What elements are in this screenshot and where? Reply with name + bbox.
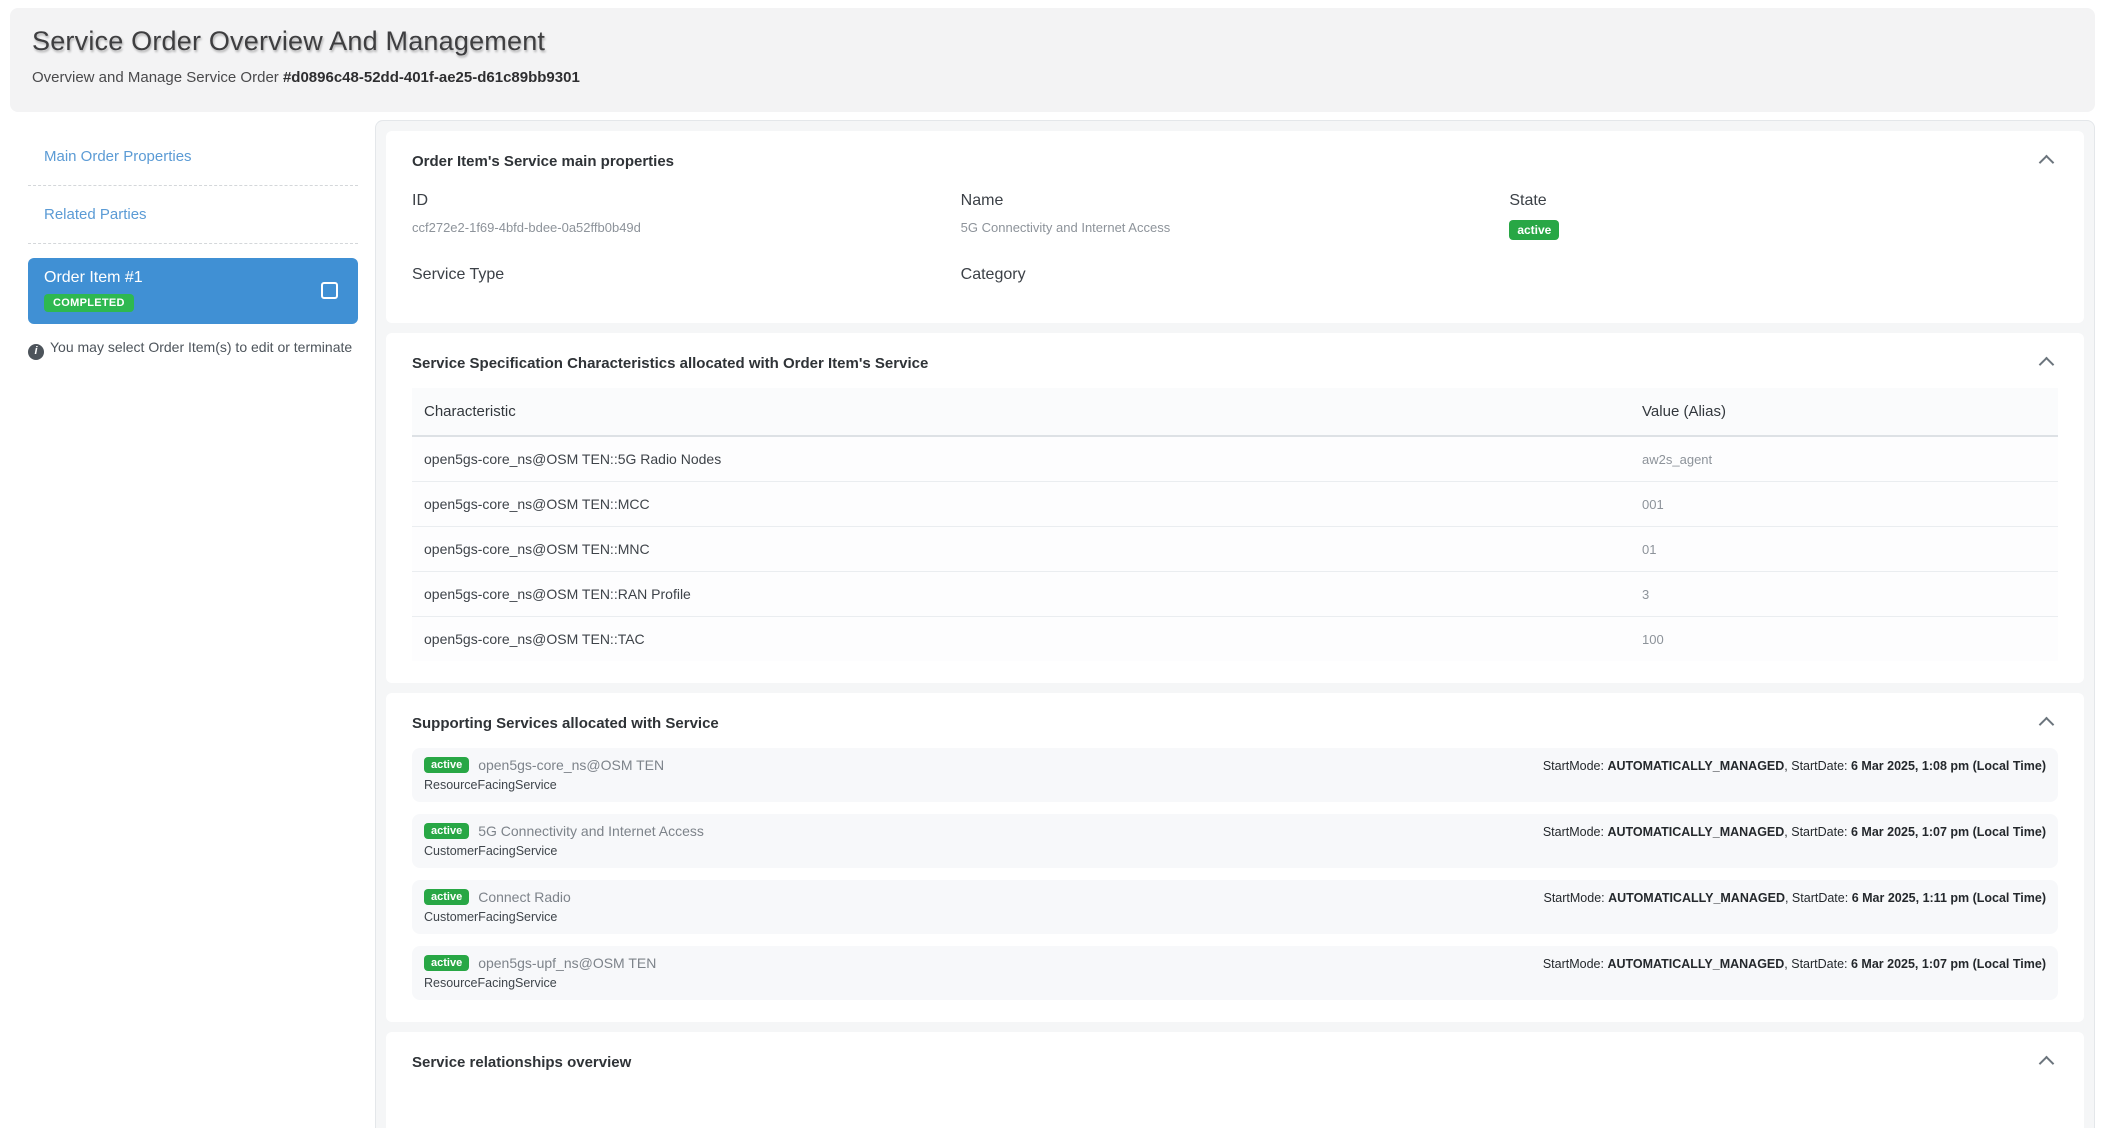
subtitle-text: Overview and Manage Service Order (32, 69, 283, 86)
characteristic-value: 01 (1630, 527, 2058, 572)
order-item-title: Order Item #1 (44, 269, 143, 287)
field-name-label: Name (961, 192, 1510, 210)
characteristic-name: open5gs-core_ns@OSM TEN::5G Radio Nodes (412, 436, 1630, 482)
page-subtitle: Overview and Manage Service Order #d0896… (32, 69, 2071, 86)
startmode-value: AUTOMATICALLY_MANAGED (1608, 891, 1785, 905)
sidebar: Main Order Properties Related Parties Or… (10, 120, 372, 360)
order-id: #d0896c48-52dd-401f-ae25-d61c89bb9301 (283, 69, 580, 86)
startdate-label: , StartDate: (1784, 957, 1851, 971)
supporting-service-item[interactable]: active Connect Radio CustomerFacingServi… (412, 880, 2058, 934)
service-type: CustomerFacingService (424, 844, 704, 858)
service-start-info: StartMode: AUTOMATICALLY_MANAGED, StartD… (1543, 955, 2046, 971)
field-service-type: Service Type (412, 266, 961, 284)
panel-title-characteristics: Service Specification Characteristics al… (412, 355, 928, 372)
field-category: Category (961, 266, 1510, 284)
service-state-badge: active (424, 955, 469, 971)
service-name: Connect Radio (478, 889, 571, 905)
service-start-info: StartMode: AUTOMATICALLY_MANAGED, StartD… (1543, 823, 2046, 839)
field-state: State active (1509, 192, 2058, 240)
service-type: CustomerFacingService (424, 910, 571, 924)
characteristic-row: open5gs-core_ns@OSM TEN::MCC 001 (412, 482, 2058, 527)
chevron-up-icon[interactable] (2039, 357, 2055, 373)
startmode-label: StartMode: (1543, 759, 1608, 773)
service-state-badge: active (424, 757, 469, 773)
divider (28, 243, 358, 244)
state-badge: active (1509, 220, 1559, 240)
info-icon: i (28, 344, 44, 360)
order-item-checkbox[interactable] (321, 282, 338, 299)
startdate-label: , StartDate: (1785, 891, 1852, 905)
field-service-type-label: Service Type (412, 266, 961, 284)
panel-service-relationships: Service relationships overview (386, 1032, 2084, 1128)
characteristic-value: aw2s_agent (1630, 436, 2058, 482)
service-name: open5gs-core_ns@OSM TEN (478, 757, 664, 773)
panel-title-supporting-services: Supporting Services allocated with Servi… (412, 715, 719, 732)
characteristic-value: 3 (1630, 572, 2058, 617)
sidebar-hint-text: You may select Order Item(s) to edit or … (50, 339, 352, 355)
panel-characteristics: Service Specification Characteristics al… (386, 333, 2084, 683)
service-start-info: StartMode: AUTOMATICALLY_MANAGED, StartD… (1544, 889, 2047, 905)
page-title: Service Order Overview And Management (32, 26, 2071, 57)
field-id-label: ID (412, 192, 961, 210)
characteristic-row: open5gs-core_ns@OSM TEN::RAN Profile 3 (412, 572, 2058, 617)
characteristic-name: open5gs-core_ns@OSM TEN::RAN Profile (412, 572, 1630, 617)
startdate-label: , StartDate: (1784, 759, 1851, 773)
field-id-value: ccf272e2-1f69-4bfd-bdee-0a52ffb0b49d (412, 220, 961, 236)
startdate-label: , StartDate: (1784, 825, 1851, 839)
startdate-value: 6 Mar 2025, 1:07 pm (Local Time) (1851, 957, 2046, 971)
field-name-value: 5G Connectivity and Internet Access (961, 220, 1510, 236)
characteristic-name: open5gs-core_ns@OSM TEN::MNC (412, 527, 1630, 572)
panel-main-properties: Order Item's Service main properties ID … (386, 131, 2084, 323)
startmode-value: AUTOMATICALLY_MANAGED (1607, 825, 1784, 839)
service-type: ResourceFacingService (424, 976, 656, 990)
supporting-service-item[interactable]: active open5gs-upf_ns@OSM TEN ResourceFa… (412, 946, 2058, 1000)
service-state-badge: active (424, 889, 469, 905)
panel-title-service-relationships: Service relationships overview (412, 1054, 631, 1071)
service-state-badge: active (424, 823, 469, 839)
characteristic-row: open5gs-core_ns@OSM TEN::5G Radio Nodes … (412, 436, 2058, 482)
order-item-status-badge: COMPLETED (44, 294, 134, 312)
characteristic-value: 001 (1630, 482, 2058, 527)
sidebar-link-main-order-properties[interactable]: Main Order Properties (28, 142, 358, 171)
column-header-characteristic: Characteristic (412, 388, 1630, 436)
characteristic-row: open5gs-core_ns@OSM TEN::TAC 100 (412, 617, 2058, 662)
characteristic-row: open5gs-core_ns@OSM TEN::MNC 01 (412, 527, 2058, 572)
field-category-label: Category (961, 266, 1510, 284)
field-name: Name 5G Connectivity and Internet Access (961, 192, 1510, 240)
characteristics-table: Characteristic Value (Alias) open5gs-cor… (412, 388, 2058, 661)
startdate-value: 6 Mar 2025, 1:08 pm (Local Time) (1851, 759, 2046, 773)
order-item-card[interactable]: Order Item #1 COMPLETED (28, 258, 358, 324)
characteristic-value: 100 (1630, 617, 2058, 662)
startmode-label: StartMode: (1543, 825, 1608, 839)
divider (28, 185, 358, 186)
supporting-service-item[interactable]: active 5G Connectivity and Internet Acce… (412, 814, 2058, 868)
startmode-label: StartMode: (1543, 957, 1608, 971)
chevron-up-icon[interactable] (2039, 1056, 2055, 1072)
characteristic-name: open5gs-core_ns@OSM TEN::TAC (412, 617, 1630, 662)
characteristic-name: open5gs-core_ns@OSM TEN::MCC (412, 482, 1630, 527)
field-state-label: State (1509, 192, 2058, 210)
chevron-up-icon[interactable] (2039, 155, 2055, 171)
field-id: ID ccf272e2-1f69-4bfd-bdee-0a52ffb0b49d (412, 192, 961, 240)
main-content: Order Item's Service main properties ID … (375, 120, 2095, 1128)
startmode-value: AUTOMATICALLY_MANAGED (1607, 759, 1784, 773)
panel-supporting-services: Supporting Services allocated with Servi… (386, 693, 2084, 1022)
service-start-info: StartMode: AUTOMATICALLY_MANAGED, StartD… (1543, 757, 2046, 773)
service-type: ResourceFacingService (424, 778, 664, 792)
startdate-value: 6 Mar 2025, 1:07 pm (Local Time) (1851, 825, 2046, 839)
startmode-value: AUTOMATICALLY_MANAGED (1607, 957, 1784, 971)
supporting-service-item[interactable]: active open5gs-core_ns@OSM TEN ResourceF… (412, 748, 2058, 802)
startdate-value: 6 Mar 2025, 1:11 pm (Local Time) (1852, 891, 2046, 905)
sidebar-link-related-parties[interactable]: Related Parties (28, 200, 358, 229)
service-name: 5G Connectivity and Internet Access (478, 823, 704, 839)
panel-title-main-properties: Order Item's Service main properties (412, 153, 674, 170)
sidebar-hint: i You may select Order Item(s) to edit or… (28, 337, 358, 360)
chevron-up-icon[interactable] (2039, 717, 2055, 733)
column-header-value-alias: Value (Alias) (1630, 388, 2058, 436)
page-header: Service Order Overview And Management Ov… (10, 8, 2095, 112)
service-name: open5gs-upf_ns@OSM TEN (478, 955, 656, 971)
startmode-label: StartMode: (1544, 891, 1609, 905)
